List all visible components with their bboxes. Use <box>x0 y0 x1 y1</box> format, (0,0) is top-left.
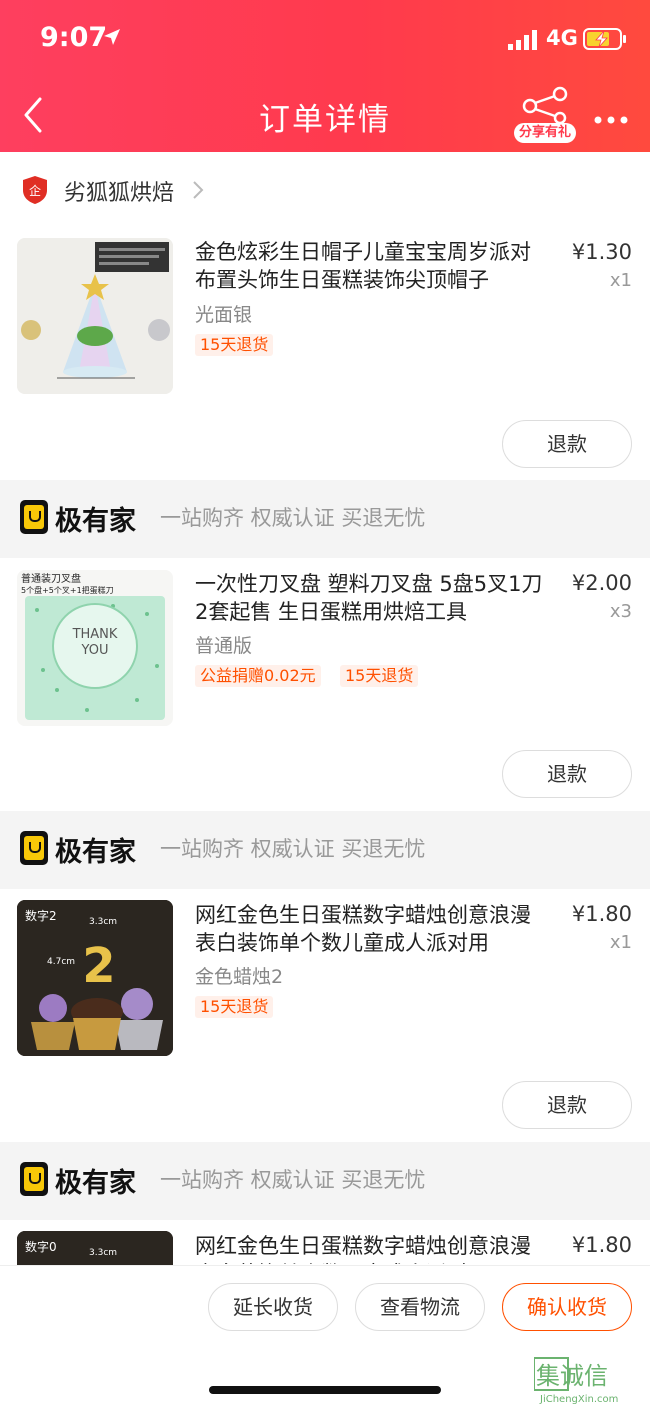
package-label-2: 5个盘+5个叉+1把蛋糕刀 <box>21 585 114 595</box>
store-shield-icon: 企 <box>22 175 48 209</box>
brand-banner[interactable]: 极有家 一站购齐 权威认证 买退无忧 <box>0 811 650 889</box>
battery-icon <box>583 28 627 54</box>
brand-banner[interactable]: 极有家 一站购齐 权威认证 买退无忧 <box>0 1142 650 1220</box>
status-time: 9:07 <box>40 22 108 53</box>
svg-text:企: 企 <box>29 183 41 198</box>
image-dimension-height: 4.7cm <box>47 957 75 967</box>
image-label: 数字0 <box>25 1239 57 1254</box>
brand-logo-icon <box>20 831 48 865</box>
return-policy-tag: 15天退货 <box>340 665 419 687</box>
product-title[interactable]: 网红金色生日蛋糕数字蜡烛创意浪漫表白装饰单个数儿童成人派对用 <box>195 901 545 957</box>
product-title[interactable]: 一次性刀叉盘 塑料刀叉盘 5盘5叉1刀 2套起售 生日蛋糕用烘焙工具 <box>195 570 545 626</box>
header-bar: 9:07 4G 订单详情 分享有礼 <box>0 0 650 152</box>
product-quantity: x1 <box>609 270 632 291</box>
refund-button[interactable]: 退款 <box>502 1081 632 1129</box>
brand-banner[interactable]: 极有家 一站购齐 权威认证 买退无忧 <box>0 480 650 558</box>
confirm-receipt-button[interactable]: 确认收货 <box>502 1283 632 1331</box>
brand-logo-icon <box>20 1162 48 1196</box>
refund-button[interactable]: 退款 <box>502 750 632 798</box>
brand-slogan: 一站购齐 权威认证 买退无忧 <box>160 1168 426 1192</box>
product-title[interactable]: 金色炫彩生日帽子儿童宝宝周岁派对布置头饰生日蛋糕装饰尖顶帽子 <box>195 238 545 294</box>
product-price: ¥1.30 <box>571 240 632 264</box>
brand-slogan: 一站购齐 权威认证 买退无忧 <box>160 506 426 530</box>
brand-slogan: 一站购齐 权威认证 买退无忧 <box>160 837 426 861</box>
location-arrow-icon <box>102 27 122 51</box>
more-icon[interactable] <box>594 110 628 129</box>
candle-digit: 2 <box>82 938 115 994</box>
brand-name: 极有家 <box>55 1168 136 1199</box>
plate-text-1: THANK <box>72 627 118 642</box>
watermark-url: JiChengXin.com <box>539 1394 618 1405</box>
share-button[interactable]: 分享有礼 <box>514 86 576 144</box>
network-type: 4G <box>546 26 578 50</box>
return-policy-tag: 15天退货 <box>195 996 274 1018</box>
product-image-candle-2[interactable]: 2 数字2 3.3cm 4.7cm <box>17 900 173 1056</box>
refund-button[interactable]: 退款 <box>502 420 632 468</box>
product-variant: 普通版 <box>195 635 253 657</box>
chevron-right-icon <box>192 180 204 204</box>
charity-tag: 公益捐赠0.02元 <box>195 665 321 687</box>
product-title[interactable]: 网红金色生日蛋糕数字蜡烛创意浪漫表白装饰单个数儿童成人派对用 <box>195 1232 545 1264</box>
view-logistics-button[interactable]: 查看物流 <box>355 1283 485 1331</box>
product-price: ¥2.00 <box>571 571 632 595</box>
store-name[interactable]: 劣狐狐烘焙 <box>64 175 174 207</box>
package-label-1: 普通装刀叉盘 <box>21 572 81 585</box>
watermark: 集诚信 JiChengXin.com <box>533 1356 650 1410</box>
watermark-name: 集诚信 <box>536 1362 608 1390</box>
share-icon <box>520 86 570 128</box>
product-price: ¥1.80 <box>571 902 632 926</box>
home-indicator[interactable] <box>209 1386 441 1394</box>
brand-logo-icon <box>20 500 48 534</box>
return-policy-tag: 15天退货 <box>195 334 274 356</box>
product-price: ¥1.80 <box>571 1233 632 1257</box>
signal-icon <box>508 30 540 54</box>
image-dimension-width: 3.3cm <box>89 917 117 927</box>
brand-name: 极有家 <box>55 506 136 537</box>
product-image-cutlery[interactable]: THANK YOU 普通装刀叉盘 5个盘+5个叉+1把蛋糕刀 <box>17 570 173 726</box>
brand-name: 极有家 <box>55 837 136 868</box>
product-variant: 光面银 <box>195 304 253 326</box>
share-gift-label: 分享有礼 <box>514 123 576 143</box>
product-quantity: x3 <box>609 601 632 622</box>
image-dimension-width: 3.3cm <box>89 1248 117 1258</box>
product-image-party-hat[interactable] <box>17 238 173 394</box>
image-label: 数字2 <box>25 908 57 923</box>
plate-text-2: YOU <box>81 643 109 658</box>
product-quantity: x1 <box>609 932 632 953</box>
product-variant: 金色蜡烛2 <box>195 966 284 988</box>
extend-receipt-button[interactable]: 延长收货 <box>208 1283 338 1331</box>
